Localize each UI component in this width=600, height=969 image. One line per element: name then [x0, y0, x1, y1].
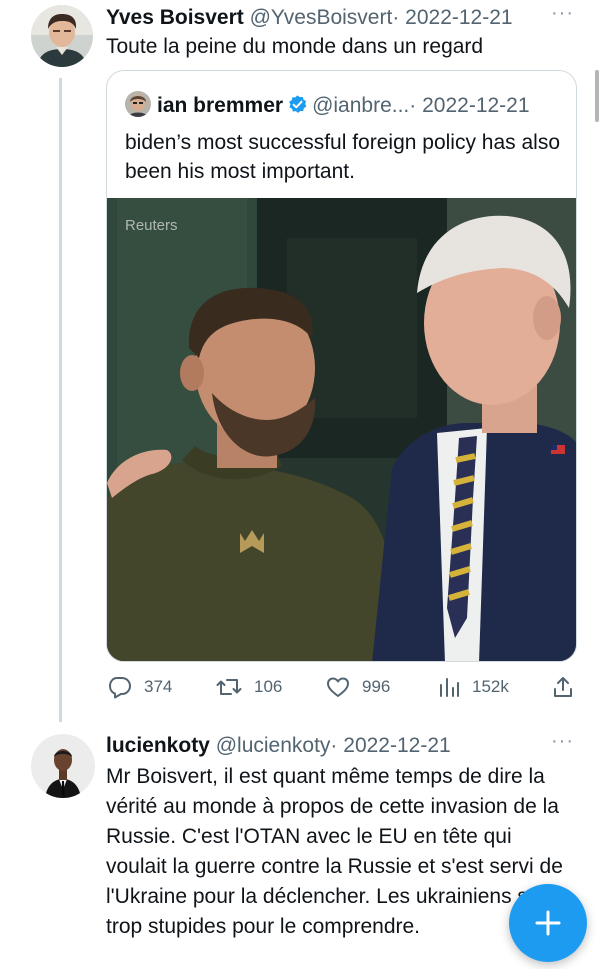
reply-icon	[109, 677, 131, 699]
like-button[interactable]: 996	[326, 674, 390, 700]
retweet-icon	[216, 679, 242, 695]
quoted-author-name[interactable]: ian bremmer	[157, 94, 283, 117]
retweet-button[interactable]: 106	[216, 674, 282, 700]
author-name[interactable]: lucienkoty	[106, 734, 210, 757]
avatar-lucienkoty[interactable]	[31, 734, 95, 798]
quoted-tweet-date[interactable]: 2022-12-21	[422, 94, 529, 117]
tweet-text: Mr Boisvert, il est quant même temps de …	[106, 765, 563, 938]
like-count: 996	[362, 677, 391, 696]
avatar-ian-bremmer[interactable]	[125, 91, 151, 117]
retweet-count: 106	[254, 677, 283, 696]
more-options-icon[interactable]: ···	[551, 730, 574, 753]
verified-badge-icon	[287, 94, 308, 122]
tweet-header: Yves Boisvert @YvesBoisvert· 2022-12-21	[106, 5, 513, 31]
photo-credit: Reuters	[125, 217, 178, 234]
author-handle[interactable]: @YvesBoisvert	[250, 6, 393, 29]
quoted-tweet-text: biden’s most successful foreign policy h…	[125, 131, 561, 183]
share-button[interactable]	[552, 674, 586, 700]
separator-dot: ·	[392, 6, 400, 29]
reply-button[interactable]: 374	[108, 674, 172, 700]
tweet-yves-boisvert[interactable]: Yves Boisvert @YvesBoisvert· 2022-12-21 …	[0, 0, 600, 720]
share-icon	[554, 677, 572, 697]
tweet-photo[interactable]: Reuters	[107, 198, 576, 661]
separator-dot: ·	[409, 94, 417, 117]
views-button[interactable]: 152k	[438, 674, 509, 700]
quoted-tweet[interactable]: ian bremmer @ianbre...· 2022-12-21 biden…	[106, 70, 577, 662]
reply-count: 374	[144, 677, 173, 696]
more-options-icon[interactable]: ···	[551, 2, 574, 25]
separator-dot: ·	[330, 734, 338, 757]
tweet-date[interactable]: 2022-12-21	[343, 734, 450, 757]
view-count: 152k	[472, 677, 509, 696]
tweet-header: lucienkoty @lucienkoty· 2022-12-21	[106, 733, 451, 759]
author-name[interactable]: Yves Boisvert	[106, 6, 244, 29]
quoted-tweet-header: ian bremmer @ianbre...· 2022-12-21	[125, 91, 530, 122]
tweet-text: Toute la peine du monde dans un regard	[106, 35, 484, 58]
views-icon	[440, 678, 459, 697]
avatar-yves-boisvert[interactable]	[31, 5, 93, 67]
compose-button[interactable]	[509, 884, 587, 962]
quoted-author-handle[interactable]: @ianbre...	[312, 94, 409, 117]
author-handle[interactable]: @lucienkoty	[216, 734, 331, 757]
heart-icon	[327, 677, 349, 697]
thread-line	[59, 78, 62, 722]
tweet-actions: 374 106 996 152k	[106, 674, 576, 700]
tweet-date[interactable]: 2022-12-21	[405, 6, 512, 29]
plus-icon	[535, 910, 561, 936]
